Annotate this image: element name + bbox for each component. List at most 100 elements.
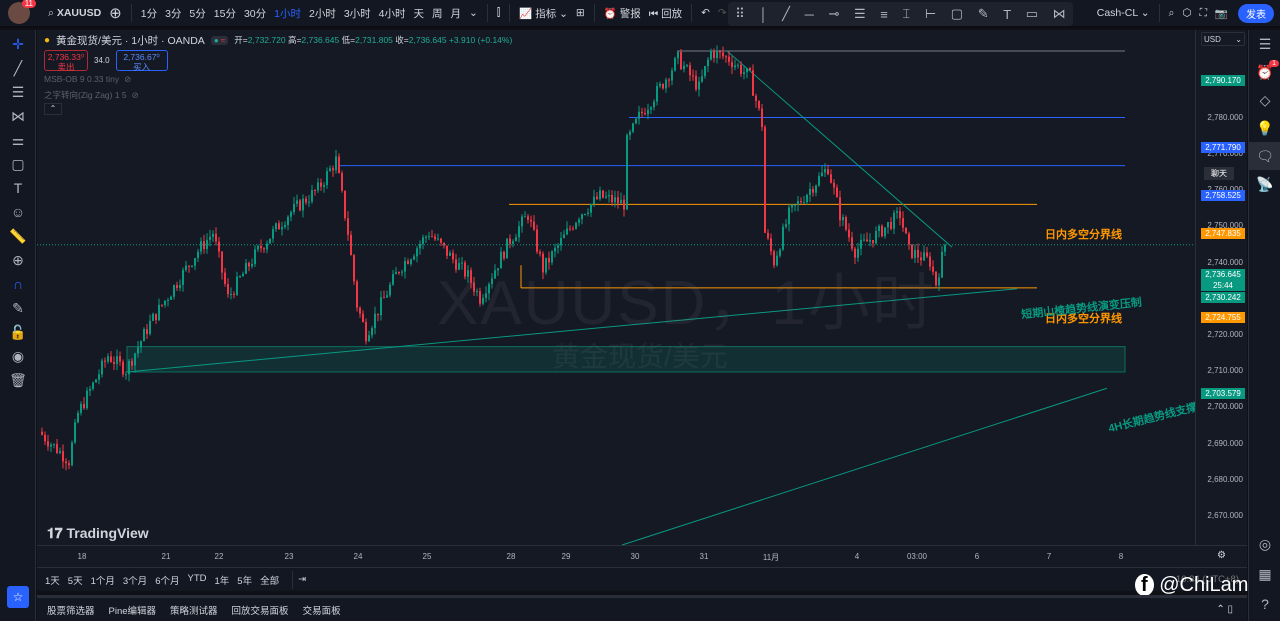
- help-icon[interactable]: ?: [1249, 590, 1280, 618]
- target-icon[interactable]: ◎: [1249, 530, 1280, 558]
- interval-3[interactable]: 15分: [210, 6, 240, 21]
- chevron-down-icon[interactable]: ⌄: [465, 7, 482, 19]
- zoom-in-icon[interactable]: ⊕: [0, 248, 36, 272]
- candle-body: [893, 212, 895, 229]
- indicators-button[interactable]: 📈 指标 ⌄: [515, 6, 572, 21]
- currency-select[interactable]: USD ⌄: [1201, 32, 1245, 46]
- symbol-search[interactable]: ⌕ XAUUSD: [44, 7, 105, 20]
- interval-4[interactable]: 30分: [240, 6, 270, 21]
- watchlist-icon[interactable]: ☰: [1249, 30, 1280, 58]
- streams-icon[interactable]: 📡: [1249, 170, 1280, 198]
- eye-icon[interactable]: ◉: [0, 344, 36, 368]
- fib-icon[interactable]: ☰: [854, 6, 866, 22]
- range-5[interactable]: YTD: [187, 573, 206, 587]
- panel-tab-3[interactable]: 回放交易面板: [232, 603, 289, 617]
- interval-10[interactable]: 周: [428, 6, 447, 21]
- vertical-line-icon[interactable]: │: [759, 7, 767, 22]
- pattern-icon[interactable]: ⋈: [1053, 6, 1066, 22]
- brush-icon[interactable]: ✎: [978, 6, 989, 22]
- layouts-icon[interactable]: ⊞: [572, 7, 589, 19]
- text-icon[interactable]: T: [1003, 7, 1011, 22]
- chat-icon[interactable]: 🗨: [1249, 142, 1280, 170]
- trendline-tool-icon[interactable]: ╱: [0, 56, 36, 80]
- settings-icon[interactable]: ⬡: [1178, 7, 1195, 19]
- forecast-tool-icon[interactable]: ⚌: [0, 128, 36, 152]
- shapes-tool-icon[interactable]: ▢: [0, 152, 36, 176]
- calendar-icon[interactable]: ▦: [1249, 560, 1280, 588]
- publish-button[interactable]: 发表: [1238, 3, 1274, 23]
- trash-icon[interactable]: 🗑: [0, 368, 36, 392]
- avatar[interactable]: 11: [8, 0, 36, 24]
- interval-9[interactable]: 天: [410, 6, 429, 21]
- emoji-icon[interactable]: ☺: [0, 200, 36, 224]
- fullscreen-icon[interactable]: ⛶: [1196, 7, 1211, 20]
- ruler-icon[interactable]: 📏: [0, 224, 36, 248]
- ideas-icon[interactable]: 💡: [1249, 114, 1280, 142]
- interval-1[interactable]: 3分: [161, 6, 185, 21]
- callout-icon[interactable]: ▭: [1026, 6, 1038, 22]
- buy-button[interactable]: 2,736.67⁰ 买入: [115, 50, 168, 72]
- interval-5[interactable]: 1小时: [270, 6, 305, 21]
- range-0[interactable]: 1天: [45, 573, 60, 587]
- collapse-legend-button[interactable]: ⌃: [44, 103, 62, 115]
- panel-tab-0[interactable]: 股票筛选器: [47, 603, 95, 617]
- interval-11[interactable]: 月: [447, 6, 466, 21]
- date-range-icon[interactable]: ⊢: [925, 6, 936, 22]
- goto-date-icon[interactable]: ⇥: [298, 574, 306, 585]
- candle-body: [872, 239, 874, 244]
- panel-tab-4[interactable]: 交易面板: [303, 603, 341, 617]
- range-8[interactable]: 全部: [260, 573, 279, 587]
- undo-icon[interactable]: ↶: [697, 7, 714, 19]
- alert-button[interactable]: ⏰ 警报: [600, 6, 645, 21]
- pattern-tool-icon[interactable]: ⋈: [0, 104, 36, 128]
- interval-0[interactable]: 1分: [137, 6, 161, 21]
- magnet-icon[interactable]: ∩: [0, 272, 36, 296]
- candle-body: [602, 190, 604, 198]
- hidden-eye-icon[interactable]: ⊘: [124, 74, 131, 85]
- interval-7[interactable]: 3小时: [340, 6, 375, 21]
- alerts-icon[interactable]: ⏰ 1: [1249, 58, 1280, 86]
- candle-body: [281, 227, 283, 230]
- crosshair-icon[interactable]: ✛: [0, 32, 36, 56]
- horizontal-ray-icon[interactable]: ─: [805, 7, 814, 22]
- price-range-icon[interactable]: ⌶: [902, 6, 910, 22]
- lock-drawing-icon[interactable]: ✎: [0, 296, 36, 320]
- drag-handle-icon[interactable]: ⠿: [735, 6, 745, 22]
- lock-icon[interactable]: 🔓: [0, 320, 36, 344]
- interval-6[interactable]: 2小时: [305, 6, 340, 21]
- quick-search-icon[interactable]: ⌕: [1165, 7, 1179, 20]
- favorites-star-icon[interactable]: ☆: [7, 586, 29, 608]
- candle-type-icon[interactable]: ⫿: [493, 7, 504, 20]
- candle-body: [674, 58, 676, 71]
- camera-icon[interactable]: 📷: [1211, 7, 1232, 20]
- fib-tool-icon[interactable]: ☰: [0, 80, 36, 104]
- layers-icon[interactable]: ◇: [1249, 86, 1280, 114]
- range-1[interactable]: 5天: [68, 573, 83, 587]
- layout-name[interactable]: Cash-CL ⌄: [1093, 7, 1154, 19]
- axis-settings-icon[interactable]: ⚙: [1217, 550, 1226, 561]
- replay-button[interactable]: ⏮ 回放: [645, 6, 686, 21]
- range-4[interactable]: 6个月: [155, 573, 179, 587]
- collapse-panel-icon[interactable]: ⌃ ▯: [1216, 604, 1233, 615]
- hidden-eye-icon[interactable]: ⊘: [132, 90, 139, 101]
- range-2[interactable]: 1个月: [91, 573, 115, 587]
- indicator-zigzag[interactable]: 之字转向(Zig Zag) 1 5 ⊘: [44, 87, 512, 103]
- range-3[interactable]: 3个月: [123, 573, 147, 587]
- text-tool-icon[interactable]: T: [0, 176, 36, 200]
- horizontal-line-icon[interactable]: ⊸: [828, 6, 839, 22]
- sell-button[interactable]: 2,736.33⁰ 卖出: [44, 50, 88, 72]
- panel-tab-2[interactable]: 策略测试器: [170, 603, 218, 617]
- panel-tab-1[interactable]: Pine编辑器: [109, 603, 157, 617]
- range-7[interactable]: 5年: [237, 573, 252, 587]
- time-axis[interactable]: 18 21 22 23 24 25 28 29 30 31 11月 4 03:00 6 7 8 ⚙: [37, 545, 1247, 567]
- parallel-channel-icon[interactable]: ≡: [880, 7, 888, 22]
- range-6[interactable]: 1年: [214, 573, 229, 587]
- interval-2[interactable]: 5分: [185, 6, 209, 21]
- add-symbol-icon[interactable]: ⊕: [105, 4, 126, 22]
- legend-title[interactable]: 黄金现货/美元 · 1小时 · OANDA: [56, 33, 205, 48]
- indicator-msb-ob[interactable]: MSB-OB 9 0.33 tiny ⊘: [44, 71, 512, 87]
- trend-line-icon[interactable]: ╱: [782, 6, 790, 22]
- price-axis[interactable]: USD⌄ 2,780.0002,770.0002,760.0002,750.00…: [1195, 30, 1247, 545]
- rectangle-icon[interactable]: ▢: [951, 6, 963, 22]
- interval-8[interactable]: 4小时: [375, 6, 410, 21]
